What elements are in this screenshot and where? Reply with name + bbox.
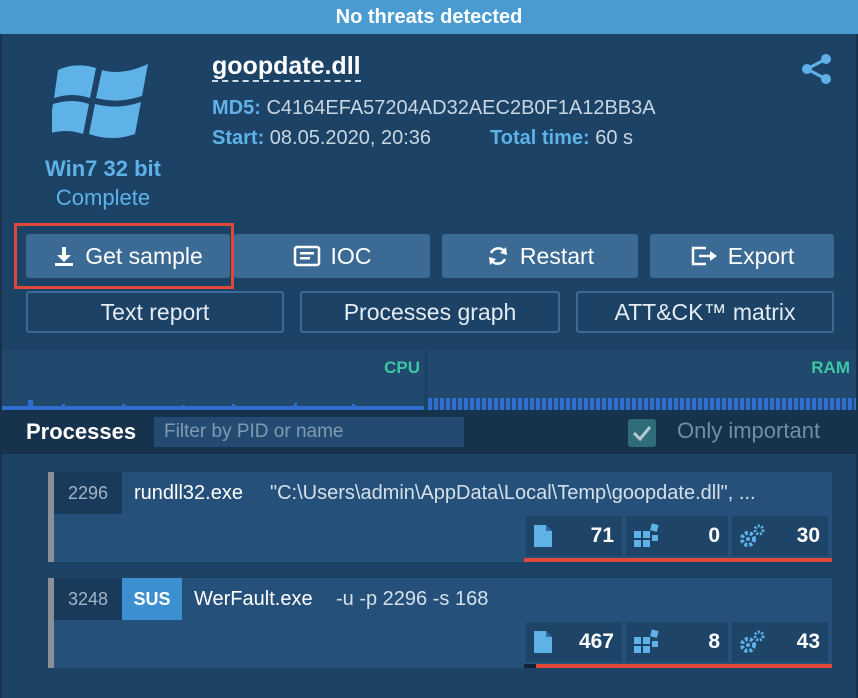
modules-icon [634,523,659,547]
modules-count: 0 [708,524,720,547]
suspicious-badge: SUS [122,578,182,620]
settings-count: 30 [796,524,820,547]
files-stat[interactable]: 71 [526,516,622,556]
process-filter-input[interactable] [154,417,464,447]
os-name: Win7 32 bit [45,156,161,181]
settings-stat[interactable]: 43 [732,622,828,662]
cpu-graph: CPU [2,350,424,410]
files-stat[interactable]: 467 [526,622,622,662]
activity-bar [524,558,832,562]
export-button[interactable]: Export [650,234,834,278]
total-time-row: Total time: 60 s [490,126,633,150]
total-time-label: Total time: [490,127,590,149]
export-icon [691,246,717,266]
file-name[interactable]: goopdate.dll [212,52,361,82]
status-banner: No threats detected [0,0,858,34]
restart-label: Restart [519,242,595,269]
start-value: 08.05.2020, 20:36 [269,127,432,149]
process-pid: 3248 [54,578,122,620]
files-count: 467 [578,630,614,653]
ram-usage-bars [428,398,856,410]
ioc-label: IOC [330,242,372,269]
windows-logo-icon [52,64,148,138]
activity-bar [536,664,832,668]
cpu-label: CPU [384,358,420,377]
md5-label: MD5: [212,97,261,119]
processes-graph-button[interactable]: Processes graph [300,291,560,333]
file-icon [534,525,552,547]
ram-graph: RAM [428,350,856,410]
total-time-value: 60 s [595,127,634,149]
ram-label: RAM [811,358,850,377]
start-row: Start: 08.05.2020, 20:36 [212,126,431,150]
share-icon[interactable] [800,52,834,86]
activity-bar-start [524,664,536,668]
gears-icon [740,630,765,653]
modules-stat[interactable]: 0 [626,516,728,556]
process-pid: 2296 [54,472,122,514]
attck-matrix-button[interactable]: ATT&CK™ matrix [576,291,834,333]
only-important-label[interactable]: Only important [677,418,820,444]
task-status: Complete [55,185,151,210]
restart-icon [488,247,507,265]
md5-value: C4164EFA57204AD32AEC2B0F1A12BB3A [266,97,656,119]
only-important-checkbox[interactable] [628,419,656,447]
process-command: "C:\Users\admin\AppData\Local\Temp\goopd… [270,482,756,504]
start-label: Start: [212,127,265,149]
modules-icon [634,629,659,653]
file-icon [534,631,552,653]
highlight-box [14,223,234,289]
settings-stat[interactable]: 30 [732,516,828,556]
document-list-icon [293,245,320,267]
cpu-usage-bars [2,400,424,410]
process-row[interactable]: 3248 SUS WerFault.exe -u -p 2296 -s 168 … [48,578,832,668]
md5-row: MD5: C4164EFA57204AD32AEC2B0F1A12BB3A [212,96,656,120]
text-report-button[interactable]: Text report [26,291,284,333]
restart-button[interactable]: Restart [442,234,638,278]
settings-count: 43 [796,630,820,653]
checkmark-icon [632,426,652,442]
process-row[interactable]: 2296 rundll32.exe "C:\Users\admin\AppDat… [48,472,832,562]
modules-stat[interactable]: 8 [626,622,728,662]
gears-icon [740,524,765,547]
files-count: 71 [590,524,614,547]
export-label: Export [727,242,795,269]
process-name: WerFault.exe [194,588,313,610]
processes-title: Processes [26,419,137,444]
process-command: -u -p 2296 -s 168 [336,588,489,610]
modules-count: 8 [708,630,720,653]
ioc-button[interactable]: IOC [234,234,430,278]
process-name: rundll32.exe [134,482,243,504]
